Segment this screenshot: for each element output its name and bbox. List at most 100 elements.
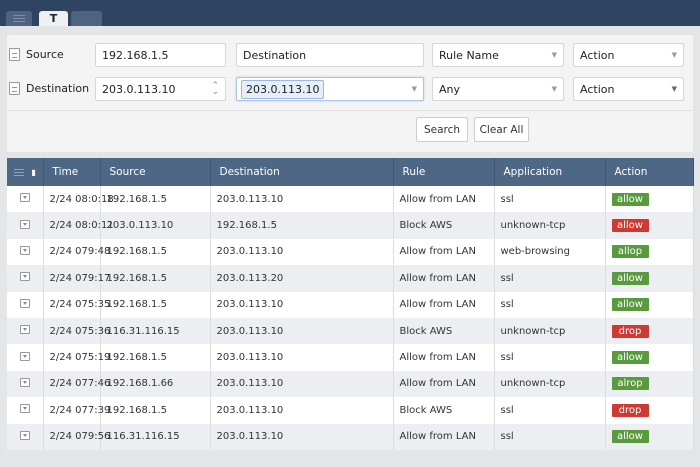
header-icons: ▮ [7,158,44,186]
row-expand[interactable] [7,265,44,292]
row-expand[interactable] [7,397,44,424]
value: 203.0.113.10 [241,79,325,99]
tab-menu[interactable] [6,11,32,26]
table-row[interactable]: 2/24 077:46 192.168.1.66 203.0.113.10 Al… [7,370,694,398]
cell-application: web-browsing [494,238,606,266]
row-expand[interactable] [7,212,44,239]
cell-application: ssl [494,186,606,213]
rule-name-select[interactable]: Rule Name ▼ [432,43,564,67]
menu-icon[interactable] [13,168,24,176]
action-select-2[interactable]: Action ▼ [573,77,684,101]
table-row[interactable]: 2/24 079:48 192.168.1.5 203.0.113.10 All… [7,238,694,266]
destination-source-input[interactable]: 203.0.113.10 ⌃ ⌄ [95,77,226,101]
expand-icon[interactable] [19,245,30,255]
cell-time: 2/24 075:36 [43,317,110,345]
value: 192.168.1.5 [102,48,169,62]
cell-time: 2/24 08:0:11 [43,212,114,239]
action-badge: alrop [611,377,649,391]
row-expand[interactable] [7,291,44,318]
row-expand[interactable] [7,317,44,345]
cell-application: unknown-tcp [494,212,606,239]
cell-time: 2/24 079:56 [43,423,110,450]
row-expand[interactable] [7,423,44,450]
destination-value-select[interactable]: 203.0.113.10 ▼ [236,77,424,101]
clear-all-button[interactable]: Clear All [474,117,529,142]
chevron-down-icon: ▼ [551,51,557,59]
cell-rule: Allow from LAN [393,344,495,371]
row-expand[interactable] [7,238,44,266]
expand-icon[interactable] [19,325,30,335]
spinner-icon[interactable]: ⌃ ⌄ [211,82,219,97]
table-row[interactable]: 2/24 079:17 192.168.1.5 203.0.113.20 All… [7,265,694,292]
table-row[interactable]: 2/24 08:0:18 192.168.1.5 203.0.113.10 Al… [7,186,694,213]
search-button[interactable]: Search [416,117,468,142]
header-application[interactable]: Application [494,158,606,186]
cell-application: ssl [494,423,606,450]
cell-time: 2/24 079:48 [43,238,110,266]
expand-icon[interactable] [19,377,30,387]
cell-action: allow [605,344,694,371]
cell-rule: Allow from LAN [393,186,495,213]
cell-destination: 203.0.113.20 [210,265,394,292]
tab-active[interactable]: T [39,11,68,26]
expand-icon[interactable] [19,272,30,282]
flag-icon: ▮ [31,167,36,177]
source-input[interactable]: 192.168.1.5 [95,43,226,67]
document-icon [9,48,20,61]
row-expand[interactable] [7,370,44,398]
document-icon [9,82,20,95]
action-badge: allow [611,192,649,206]
cell-rule: Block AWS [393,397,495,424]
cell-action: allow [605,186,694,213]
expand-icon[interactable] [19,351,30,361]
chevron-down-icon: ▼ [671,85,677,93]
rule-select[interactable]: Any ▼ [432,77,564,101]
cell-action: allow [605,423,694,450]
expand-icon[interactable] [19,219,30,229]
cell-time: 2/24 079:17 [43,265,110,292]
expand-icon[interactable] [19,193,30,203]
cell-rule: Allow from LAN [393,238,495,266]
cell-rule: Allow from LAN [393,265,495,292]
cell-time: 2/24 075:19 [43,344,110,371]
header-rule[interactable]: Rule [393,158,495,186]
expand-icon[interactable] [19,404,30,414]
header-time[interactable]: Time [43,158,101,186]
cell-time: 2/24 075:35 [43,291,110,318]
row-expand[interactable] [7,344,44,371]
divider [7,110,693,111]
cell-action: allop [605,238,694,266]
cell-source: 192.168.1.5 [100,265,211,292]
cell-rule: Block AWS [393,317,495,345]
action-badge: allop [611,245,649,259]
cell-action: drop [605,397,694,424]
table-row[interactable]: 2/24 075:35 192.168.1.5 203.0.113.10 All… [7,291,694,318]
cell-source: 192.168.1.5 [100,397,211,424]
header-source[interactable]: Source [100,158,211,186]
tab-blank[interactable] [71,11,102,26]
cell-rule: Allow from LAN [393,423,495,450]
chevron-down-icon: ▼ [671,51,677,59]
chevron-down-icon: ▼ [551,85,557,93]
table-row[interactable]: 2/24 08:0:11 203.0.113.10 192.168.1.5 Bl… [7,212,694,239]
cell-destination: 203.0.113.10 [210,317,394,345]
cell-source: 192.168.1.5 [100,238,211,266]
expand-icon[interactable] [19,430,30,440]
table-row[interactable]: 2/24 077:39 192.168.1.5 203.0.113.10 Blo… [7,397,694,424]
cell-destination: 203.0.113.10 [210,238,394,266]
cell-application: unknown-tcp [494,370,606,398]
action-select[interactable]: Action ▼ [573,43,684,67]
table-row[interactable]: 2/24 079:56 116.31.116.15 203.0.113.10 A… [7,423,694,450]
table-row[interactable]: 2/24 075:36 116.31.116.15 203.0.113.10 B… [7,317,694,345]
destination-input[interactable]: Destination [236,43,424,67]
cell-source: 192.168.1.66 [100,370,211,398]
header-destination[interactable]: Destination [210,158,394,186]
cell-application: ssl [494,291,606,318]
header-action[interactable]: Action [605,158,694,186]
table-row[interactable]: 2/24 075:19 192.168.1.5 203.0.113.10 All… [7,344,694,371]
row-expand[interactable] [7,186,44,213]
top-bar: T [0,0,700,26]
cell-action: alrop [605,370,694,398]
expand-icon[interactable] [19,298,30,308]
action-badge: allow [611,430,649,444]
